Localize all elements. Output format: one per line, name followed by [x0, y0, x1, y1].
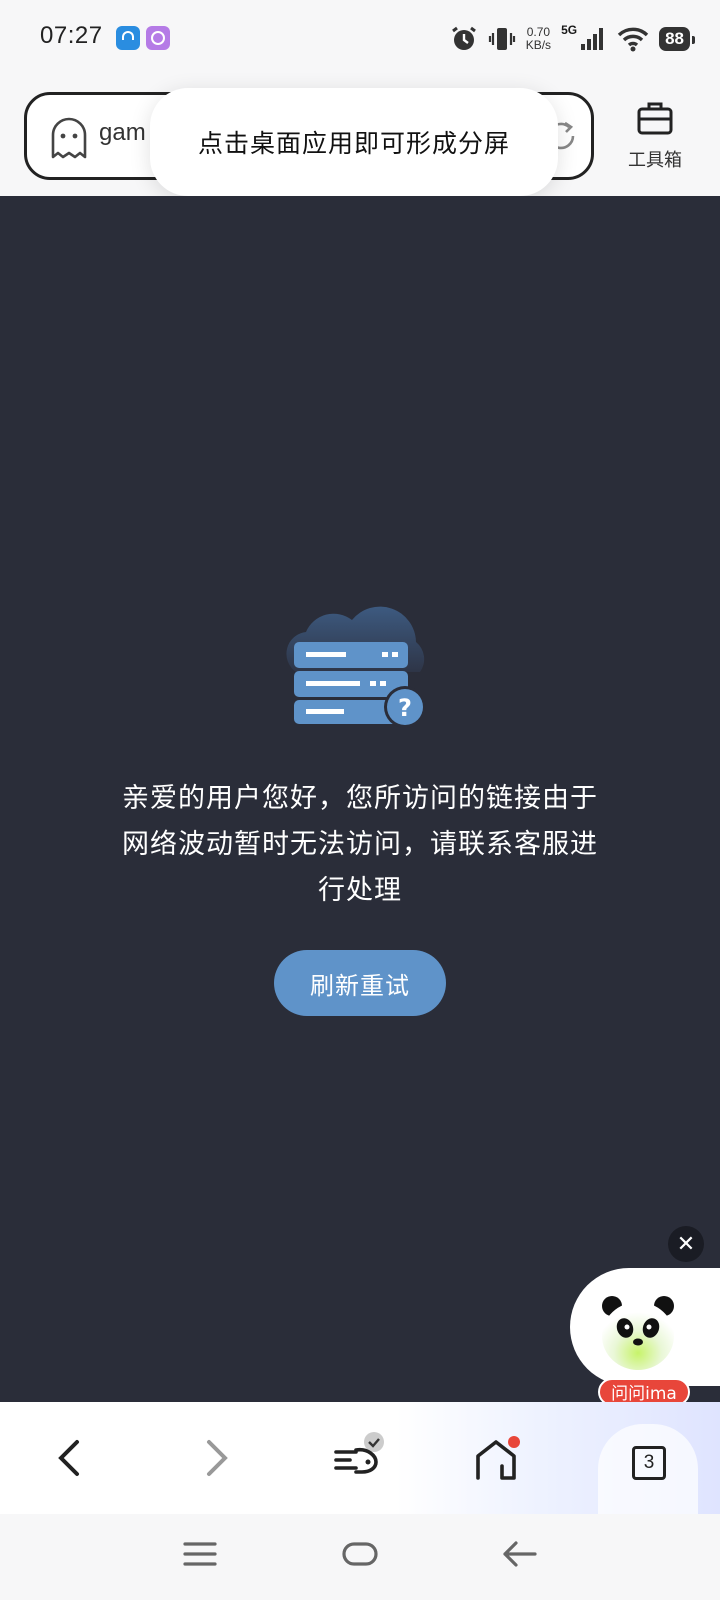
- feeds-icon: [334, 1432, 384, 1474]
- panda-avatar-icon[interactable]: [596, 1290, 680, 1374]
- web-content: ? 亲爱的用户您好，您所访问的链接由于网络波动暂时无法访问，请联系客服进行处理 …: [0, 196, 720, 1402]
- briefcase-icon: [637, 102, 673, 135]
- signal-icon: [581, 28, 604, 50]
- split-screen-toast: 点击桌面应用即可形成分屏: [150, 88, 558, 196]
- net-speed: 0.70 KB/s: [526, 26, 551, 52]
- alarm-icon: [451, 26, 476, 50]
- back-nav-icon: [503, 1541, 537, 1567]
- app-notification-icon-2: [146, 26, 170, 50]
- toast-message: 点击桌面应用即可形成分屏: [197, 129, 510, 158]
- home-icon: [476, 1436, 520, 1480]
- feeds-button[interactable]: [330, 1430, 386, 1486]
- back-button[interactable]: [42, 1430, 98, 1486]
- status-time: 07:27: [40, 22, 103, 49]
- tabs-button[interactable]: 3: [598, 1424, 698, 1514]
- toolbox-button[interactable]: 工具箱: [620, 100, 690, 180]
- ghost-icon: [51, 117, 87, 159]
- back-icon: [58, 1440, 79, 1476]
- refresh-retry-button[interactable]: 刷新重试: [274, 950, 446, 1016]
- forward-button[interactable]: [188, 1430, 244, 1486]
- system-nav-bar: [0, 1514, 720, 1600]
- recent-apps-button[interactable]: [175, 1534, 225, 1574]
- tabs-icon: 3: [632, 1446, 666, 1480]
- home-nav-button[interactable]: [335, 1534, 385, 1574]
- url-text[interactable]: gam: [99, 119, 146, 147]
- network-type: 5G: [561, 23, 578, 37]
- menu-icon: [183, 1542, 217, 1566]
- server-cloud-icon: ?: [286, 606, 426, 728]
- vibrate-icon: [488, 28, 515, 50]
- status-bar: 07:27 0.70 KB/s 5G 88: [0, 0, 720, 78]
- error-message: 亲爱的用户您好，您所访问的链接由于网络波动暂时无法访问，请联系客服进行处理: [122, 783, 598, 906]
- home-nav-icon: [342, 1542, 378, 1566]
- back-nav-button[interactable]: [495, 1534, 545, 1574]
- battery-indicator: 88: [659, 27, 695, 51]
- forward-icon: [207, 1440, 228, 1476]
- wifi-icon: [617, 27, 649, 52]
- svg-text:?: ?: [398, 694, 412, 722]
- home-button[interactable]: [468, 1430, 524, 1486]
- status-icons: 0.70 KB/s 5G 88: [450, 22, 695, 56]
- browser-bottom-toolbar: 3: [0, 1402, 720, 1514]
- app-notification-icon: [116, 26, 140, 50]
- ima-close-button[interactable]: ✕: [668, 1226, 704, 1262]
- net-speed-unit: KB/s: [525, 38, 552, 52]
- toolbox-label: 工具箱: [628, 150, 682, 171]
